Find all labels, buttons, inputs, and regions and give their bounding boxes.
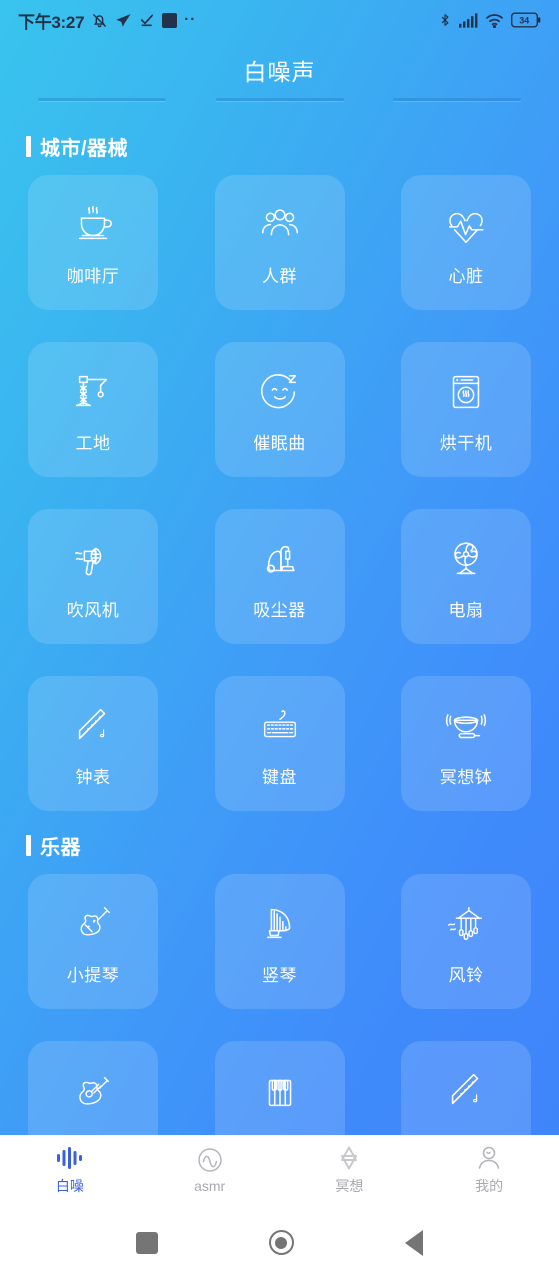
sound-card-crowd[interactable]: 人群 (214, 175, 345, 310)
harp-icon (256, 900, 304, 948)
sound-card-label: 吹风机 (66, 601, 120, 620)
more-dots-icon: ·· (184, 11, 197, 28)
bell-muted-icon (91, 12, 108, 29)
sound-card-label: 吸尘器 (253, 601, 306, 620)
sound-card-label: 心脏 (448, 267, 484, 286)
coffee-cup-icon (69, 201, 117, 249)
app-screen: 下午3:27 ·· 34 白噪声 城市/器械 咖啡厅 人群 心脏 工地 催眠曲 … (0, 0, 559, 1280)
section-title: 城市/器械 (40, 138, 129, 160)
user-profile-icon (476, 1145, 502, 1171)
sine-wave-circle-icon (197, 1147, 223, 1173)
battery-icon: 34 (511, 12, 541, 28)
tab-white-noise[interactable]: 白噪 (0, 1145, 140, 1196)
sound-card-label: 风铃 (448, 966, 484, 985)
bottom-tab-bar: 白噪 asmr 冥想 我的 (0, 1135, 559, 1205)
sound-card-dryer[interactable]: 烘干机 (401, 342, 531, 477)
header-divider (215, 98, 344, 101)
keyboard-icon (256, 702, 304, 750)
section-accent-bar (26, 136, 31, 157)
sound-card-fan[interactable]: 电扇 (401, 509, 531, 644)
sound-card-heart[interactable]: 心脏 (401, 175, 531, 310)
status-bar: 下午3:27 ·· 34 (0, 0, 559, 40)
android-navigation-bar (0, 1205, 559, 1280)
page-title-bar: 白噪声 (0, 42, 559, 98)
sound-grid-city: 咖啡厅 人群 心脏 工地 催眠曲 烘干机 吹风机 吸尘器 电扇 钟表 键盘 冥想… (0, 175, 559, 811)
sound-card-singing-bowl[interactable]: 冥想钵 (401, 676, 531, 811)
sound-card-harp[interactable]: 竖琴 (214, 874, 345, 1009)
section-title: 乐器 (40, 837, 81, 859)
tab-profile[interactable]: 我的 (419, 1145, 559, 1196)
sleeping-face-icon (256, 368, 304, 416)
check-mark-icon (139, 12, 155, 28)
sound-card-piano[interactable] (214, 1041, 345, 1135)
piano-keys-icon (256, 1067, 304, 1115)
header-divider (393, 98, 521, 101)
sound-card-lullaby[interactable]: 催眠曲 (214, 342, 345, 477)
crane-icon (69, 368, 117, 416)
signal-bars-icon (459, 12, 478, 28)
header-divider-group (0, 98, 559, 112)
section-header-city: 城市/器械 (0, 112, 559, 175)
sound-card-vacuum[interactable]: 吸尘器 (214, 509, 345, 644)
section-header-instruments: 乐器 (0, 811, 559, 874)
sound-card-violin[interactable]: 小提琴 (28, 874, 158, 1009)
sound-card-flute[interactable] (401, 1041, 531, 1135)
tab-asmr[interactable]: asmr (140, 1147, 280, 1194)
electric-fan-icon (442, 535, 490, 583)
status-bar-left: 下午3:27 ·· (18, 8, 196, 33)
sound-card-label: 咖啡厅 (66, 267, 120, 286)
sound-card-label: 工地 (75, 434, 111, 453)
vacuum-cleaner-icon (256, 535, 304, 583)
section-accent-bar (26, 835, 31, 856)
hair-dryer-icon (69, 535, 117, 583)
wifi-icon (485, 13, 504, 28)
sound-card-label: 小提琴 (66, 966, 120, 985)
tab-label: 我的 (475, 1177, 504, 1194)
waveform-icon (56, 1145, 84, 1171)
people-group-icon (256, 201, 304, 249)
singing-bowl-icon (442, 702, 490, 750)
home-circle-icon[interactable] (268, 1230, 294, 1255)
sound-card-label: 人群 (262, 267, 297, 286)
sound-card-clock[interactable]: 钟表 (28, 676, 158, 811)
recents-square-icon[interactable] (135, 1231, 158, 1254)
bluetooth-icon (438, 11, 452, 29)
tab-label: asmr (194, 1177, 226, 1194)
flute-clock-icon (69, 702, 117, 750)
dryer-machine-icon (442, 368, 490, 416)
send-arrow-icon (115, 12, 132, 29)
sound-card-label: 催眠曲 (253, 434, 306, 453)
sound-card-label: 竖琴 (262, 966, 297, 985)
sound-card-label: 烘干机 (439, 434, 493, 453)
sound-card-guitar[interactable] (28, 1041, 158, 1135)
tab-meditation[interactable]: 冥想 (280, 1145, 420, 1196)
tab-label: 冥想 (335, 1177, 364, 1194)
sound-grid-instruments: 小提琴 竖琴 风铃 (0, 874, 559, 1135)
sound-card-label: 电扇 (448, 601, 484, 620)
flute-icon (442, 1067, 490, 1115)
svg-text:34: 34 (519, 15, 529, 25)
square-icon (162, 12, 178, 28)
status-bar-time: 下午3:27 (18, 12, 85, 32)
sound-card-keyboard[interactable]: 键盘 (214, 676, 345, 811)
wind-chime-icon (442, 900, 490, 948)
header-divider (38, 98, 166, 101)
sound-card-label: 键盘 (262, 768, 297, 787)
page-title: 白噪声 (243, 59, 316, 85)
guitar-icon (69, 1067, 117, 1115)
sound-category-scroll[interactable]: 城市/器械 咖啡厅 人群 心脏 工地 催眠曲 烘干机 吹风机 吸尘器 电扇 钟表… (0, 112, 559, 1135)
sound-card-coffee[interactable]: 咖啡厅 (28, 175, 158, 310)
sound-card-construction[interactable]: 工地 (28, 342, 158, 477)
sound-card-label: 钟表 (75, 768, 111, 787)
sound-card-windchime[interactable]: 风铃 (401, 874, 531, 1009)
back-triangle-icon[interactable] (405, 1229, 424, 1256)
sound-card-hairdryer[interactable]: 吹风机 (28, 509, 158, 644)
status-bar-right: 34 (438, 11, 541, 29)
tab-label: 白噪 (55, 1177, 84, 1194)
sound-card-label: 冥想钵 (439, 768, 493, 787)
lotus-star-icon (336, 1145, 362, 1171)
violin-icon (69, 900, 117, 948)
heart-pulse-icon (442, 201, 490, 249)
